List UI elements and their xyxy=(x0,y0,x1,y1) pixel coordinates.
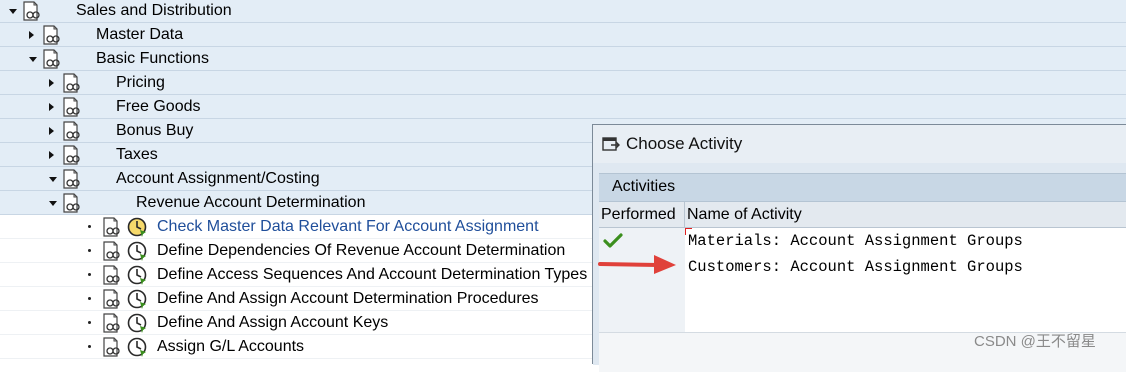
execute-clock-icon[interactable] xyxy=(126,288,148,310)
tree-node-label: Define And Assign Account Determination … xyxy=(157,290,539,307)
bullet-icon xyxy=(88,345,91,348)
activities-section-header: Activities xyxy=(599,173,1126,202)
tree-node-free-goods[interactable]: Free Goods xyxy=(0,95,1126,119)
documentation-icon[interactable] xyxy=(42,25,62,45)
expand-arrow-icon[interactable] xyxy=(29,31,34,39)
tree-node-label: Pricing xyxy=(116,74,165,91)
documentation-icon[interactable] xyxy=(62,145,82,165)
documentation-icon[interactable] xyxy=(62,193,82,213)
tree-node-label: Free Goods xyxy=(116,98,201,115)
bullet-icon xyxy=(88,297,91,300)
activity-name-cell[interactable] xyxy=(685,280,1126,306)
column-header-name[interactable]: Name of Activity xyxy=(685,202,1126,228)
choose-activity-dialog: Choose Activity Activities Performed Nam… xyxy=(592,124,1126,372)
bullet-icon xyxy=(88,249,91,252)
column-header-performed-label: Performed xyxy=(601,206,676,223)
tree-node-label: Define And Assign Account Keys xyxy=(157,314,389,331)
documentation-icon[interactable] xyxy=(102,289,122,309)
tree-node-label: Basic Functions xyxy=(96,50,209,67)
execute-clock-icon[interactable] xyxy=(126,240,148,262)
performed-cell xyxy=(599,228,686,254)
documentation-icon[interactable] xyxy=(102,241,122,261)
column-header-performed[interactable]: Performed xyxy=(599,202,685,228)
collapse-arrow-icon[interactable] xyxy=(49,201,57,206)
activity-row[interactable]: Materials: Account Assignment Groups xyxy=(599,228,1126,255)
selection-marker xyxy=(685,228,692,235)
tree-node-label: Assign G/L Accounts xyxy=(157,338,305,355)
bullet-icon xyxy=(88,225,91,228)
dialog-title-bar[interactable]: Choose Activity xyxy=(593,125,1126,164)
execute-clock-icon[interactable] xyxy=(126,312,148,334)
documentation-icon[interactable] xyxy=(102,313,122,333)
tree-node-label: Taxes xyxy=(116,146,158,163)
checkmark-icon xyxy=(603,233,623,248)
activity-row[interactable] xyxy=(599,280,1126,307)
tree-node-label: Sales and Distribution xyxy=(76,2,232,19)
tree-node-basic-functions[interactable]: Basic Functions xyxy=(0,47,1126,71)
tree-node-sales-and-distribution[interactable]: Sales and Distribution xyxy=(0,0,1126,23)
documentation-icon[interactable] xyxy=(42,49,62,69)
tree-node-pricing[interactable]: Pricing xyxy=(0,71,1126,95)
dialog-title: Choose Activity xyxy=(626,134,743,153)
documentation-icon[interactable] xyxy=(102,265,122,285)
performed-cell xyxy=(599,280,686,306)
tree-node-label: Master Data xyxy=(96,26,184,43)
red-arrow-annotation xyxy=(598,255,676,274)
tree-node-label: Check Master Data Relevant For Account A… xyxy=(157,218,539,235)
expand-arrow-icon[interactable] xyxy=(49,127,54,135)
activity-row[interactable] xyxy=(599,306,1126,333)
activity-name-cell[interactable]: Customers: Account Assignment Groups xyxy=(685,254,1126,280)
tree-node-label: Define Dependencies Of Revenue Account D… xyxy=(157,242,566,259)
activity-name: Customers: Account Assignment Groups xyxy=(688,258,1023,276)
documentation-icon[interactable] xyxy=(102,217,122,237)
tree-node-label: Define Access Sequences And Account Dete… xyxy=(157,266,588,283)
collapse-arrow-icon[interactable] xyxy=(49,177,57,182)
bullet-icon xyxy=(88,321,91,324)
watermark-text: CSDN @王不留星 xyxy=(974,333,1096,350)
documentation-icon[interactable] xyxy=(62,73,82,93)
tree-node-label: Bonus Buy xyxy=(116,122,194,139)
performed-cell xyxy=(599,306,686,332)
expand-arrow-icon[interactable] xyxy=(49,79,54,87)
collapse-arrow-icon[interactable] xyxy=(29,57,37,62)
tree-node-label: Account Assignment/Costing xyxy=(116,170,320,187)
activities-label: Activities xyxy=(612,178,676,195)
expand-arrow-icon[interactable] xyxy=(49,103,54,111)
documentation-icon[interactable] xyxy=(102,337,122,357)
documentation-icon[interactable] xyxy=(62,169,82,189)
tree-node-label: Revenue Account Determination xyxy=(136,194,366,211)
activity-name: Materials: Account Assignment Groups xyxy=(688,232,1023,250)
activity-name-cell[interactable]: Materials: Account Assignment Groups xyxy=(685,228,1126,254)
column-header-name-label: Name of Activity xyxy=(687,206,802,223)
expand-arrow-icon[interactable] xyxy=(49,151,54,159)
tree-node-master-data[interactable]: Master Data xyxy=(0,23,1126,47)
documentation-icon[interactable] xyxy=(22,1,42,21)
execute-clock-icon[interactable] xyxy=(126,264,148,286)
collapse-arrow-icon[interactable] xyxy=(9,9,17,14)
execute-clock-icon[interactable] xyxy=(126,216,148,238)
execute-clock-icon[interactable] xyxy=(126,336,148,358)
activity-name-cell[interactable] xyxy=(685,306,1126,332)
documentation-icon[interactable] xyxy=(62,121,82,141)
documentation-icon[interactable] xyxy=(62,97,82,117)
dialog-window-icon xyxy=(602,137,620,151)
bullet-icon xyxy=(88,273,91,276)
